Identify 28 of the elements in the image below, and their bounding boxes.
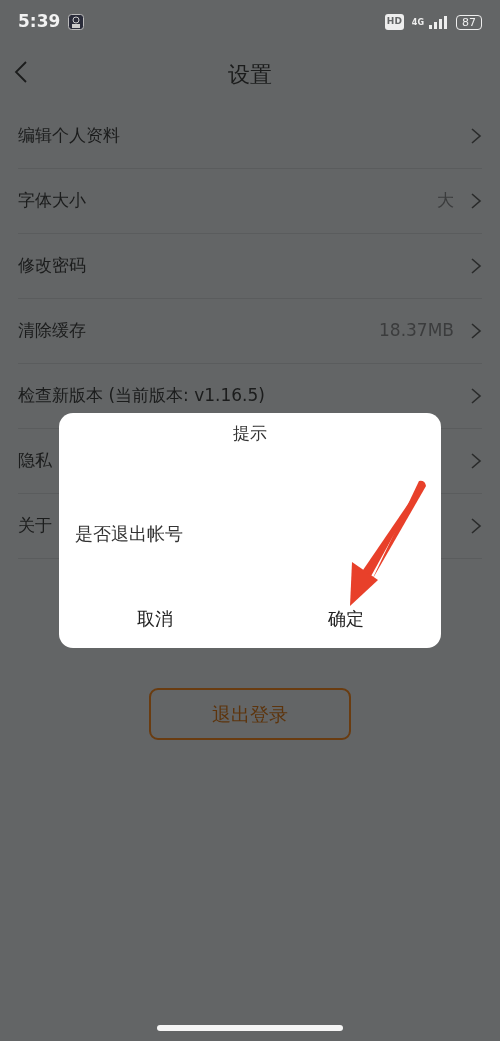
row-label: 修改密码	[18, 254, 86, 278]
chevron-icon	[470, 257, 482, 275]
clock-text: 5:39	[18, 10, 61, 34]
row-label: 编辑个人资料	[18, 124, 120, 148]
network-type: 4G	[411, 17, 424, 29]
chevron-icon	[470, 452, 482, 470]
dialog-message: 是否退出帐号	[75, 522, 183, 547]
app-icon	[68, 14, 85, 30]
page-title: 设置	[228, 60, 272, 89]
chevron-icon	[470, 517, 482, 535]
hd-badge: HD	[384, 14, 404, 30]
chevron-icon	[470, 192, 482, 210]
settings-row[interactable]: 修改密码	[18, 234, 482, 299]
logout-button[interactable]: 退出登录	[149, 688, 351, 740]
back-icon[interactable]	[14, 60, 28, 84]
signal-icon	[428, 15, 448, 29]
battery-level: 87	[456, 14, 482, 30]
chevron-icon	[470, 322, 482, 340]
row-label: 清除缓存	[18, 319, 86, 343]
dialog-button[interactable]: 确定	[250, 597, 441, 640]
chevron-icon	[470, 127, 482, 145]
settings-row[interactable]: 编辑个人资料	[18, 104, 482, 169]
chevron-icon	[470, 387, 482, 405]
dialog-button[interactable]: 取消	[59, 597, 250, 640]
row-label: 检查新版本 (当前版本: v1.16.5)	[18, 384, 265, 408]
row-label: 关于	[18, 514, 52, 538]
row-label: 字体大小	[18, 189, 86, 213]
row-label: 隐私	[18, 449, 52, 473]
